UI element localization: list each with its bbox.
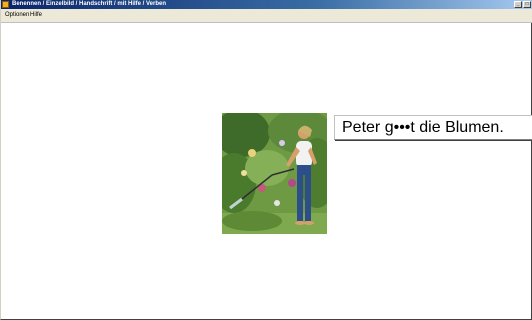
window-title: Benennen / Einzelbild / Handschrift / mi… bbox=[12, 1, 167, 7]
app-window: Benennen / Einzelbild / Handschrift / mi… bbox=[0, 0, 532, 320]
menu-optionen[interactable]: Optionen bbox=[5, 9, 29, 22]
window-controls: _ □ bbox=[514, 1, 531, 8]
maximize-button[interactable]: □ bbox=[523, 1, 531, 8]
app-icon bbox=[2, 1, 9, 8]
menu-hilfe[interactable]: Hilfe bbox=[30, 9, 42, 22]
exercise-picture bbox=[222, 113, 327, 234]
title-bar[interactable]: Benennen / Einzelbild / Handschrift / mi… bbox=[1, 0, 532, 9]
minimize-button[interactable]: _ bbox=[514, 1, 522, 8]
sentence-box: Peter g•••t die Blumen. bbox=[334, 115, 532, 140]
menu-bar: Optionen Hilfe bbox=[1, 9, 532, 23]
garden-watering-image bbox=[222, 113, 327, 234]
